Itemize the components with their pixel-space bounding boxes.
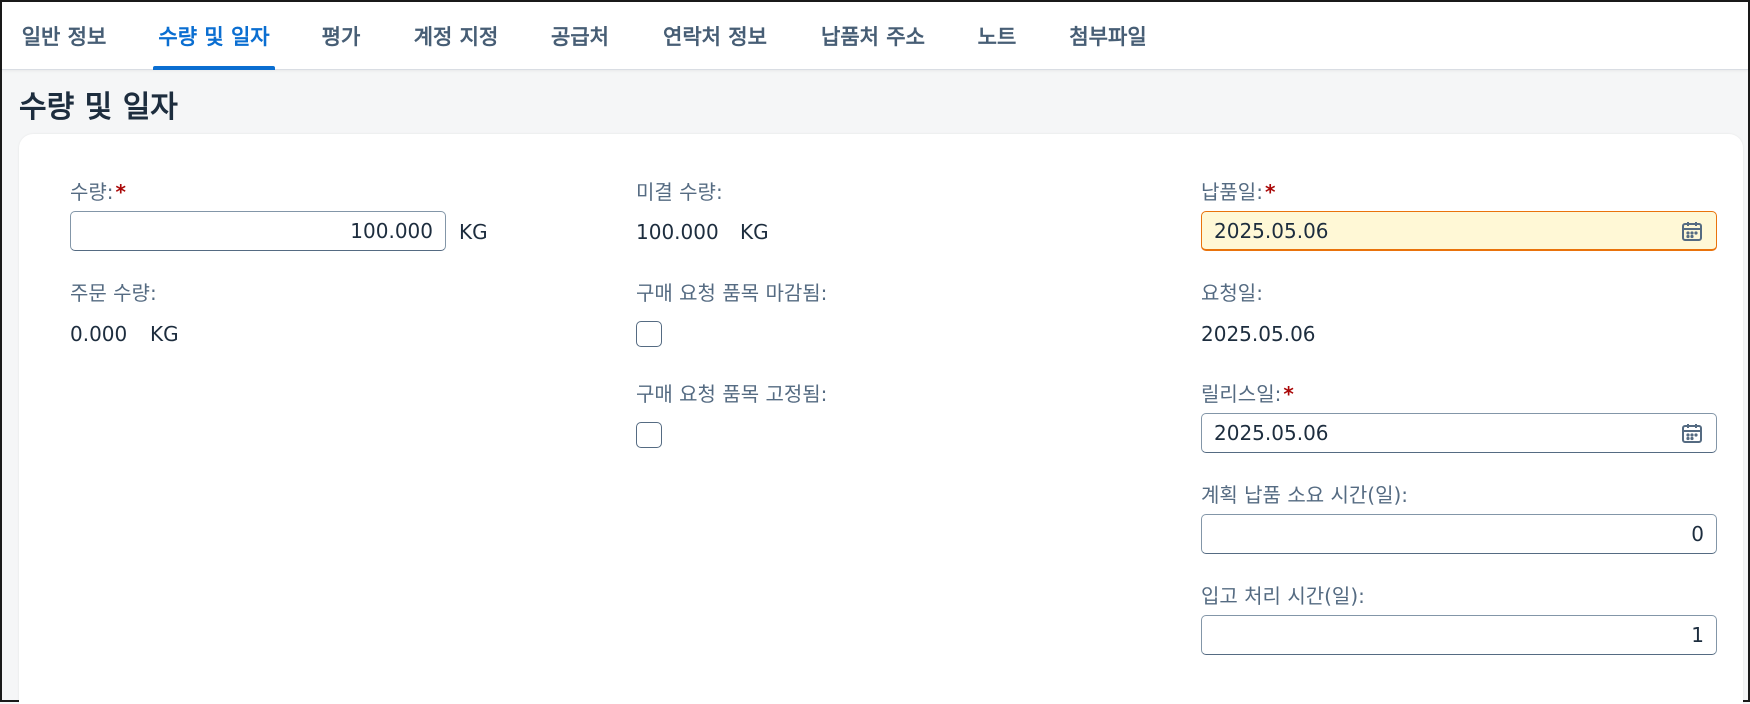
tab-valuation[interactable]: 평가	[320, 2, 362, 70]
tab-general-info[interactable]: 일반 정보	[19, 2, 109, 70]
delivery-date-input[interactable]: 2025.05.06	[1201, 211, 1717, 251]
required-marker: *	[1264, 180, 1276, 204]
request-date-label: 요청일:	[1201, 281, 1263, 305]
open-quantity-label: 미결 수량:	[636, 180, 723, 204]
pr-item-fixed-label: 구매 요청 품목 고정됨:	[636, 382, 828, 406]
ordered-quantity-value: 0.000	[70, 322, 128, 346]
required-marker: *	[1283, 382, 1294, 406]
tab-bar: 일반 정보 수량 및 일자 평가 계정 지정 공급처 연락처 정보 납품처 주소…	[2, 2, 1748, 70]
gr-processing-time-label: 입고 처리 시간(일):	[1201, 584, 1365, 608]
tab-account-assignment[interactable]: 계정 지정	[412, 2, 500, 70]
release-date-label: 릴리스일: *	[1201, 382, 1294, 406]
tab-delivery-address[interactable]: 납품처 주소	[818, 2, 928, 70]
quantity-unit: KG	[459, 220, 488, 244]
delivery-date-label: 납품일: *	[1201, 180, 1276, 204]
calendar-icon[interactable]	[1680, 219, 1704, 243]
tab-attachments[interactable]: 첨부파일	[1067, 2, 1149, 70]
ordered-quantity-label: 주문 수량:	[70, 281, 157, 305]
form-card: 수량: * 100.000 KG 주문 수량: 0.000 KG 미결 수량: 1…	[19, 134, 1743, 704]
pr-item-fixed-checkbox[interactable]	[636, 422, 662, 448]
gr-processing-time-input[interactable]: 1	[1201, 615, 1717, 655]
planned-delivery-time-input[interactable]: 0	[1201, 514, 1717, 554]
ordered-quantity-unit: KG	[150, 322, 179, 346]
required-marker: *	[115, 180, 127, 204]
planned-delivery-time-label: 계획 납품 소요 시간(일):	[1201, 483, 1409, 507]
calendar-icon[interactable]	[1680, 421, 1704, 445]
pr-item-closed-checkbox[interactable]	[636, 321, 662, 347]
tab-notes[interactable]: 노트	[976, 2, 1018, 70]
open-quantity-unit: KG	[740, 220, 769, 244]
quantity-label: 수량: *	[70, 180, 127, 204]
request-date-value: 2025.05.06	[1201, 322, 1316, 346]
release-date-input[interactable]: 2025.05.06	[1201, 413, 1717, 453]
release-date-value: 2025.05.06	[1214, 421, 1329, 445]
pr-item-closed-label: 구매 요청 품목 마감됨:	[636, 281, 828, 305]
tab-contact-info[interactable]: 연락처 정보	[660, 2, 770, 70]
tab-quantity-and-dates[interactable]: 수량 및 일자	[153, 2, 275, 70]
tab-supplier[interactable]: 공급처	[549, 2, 611, 70]
open-quantity-value: 100.000	[636, 220, 719, 244]
section-title: 수량 및 일자	[19, 90, 178, 125]
quantity-input[interactable]: 100.000	[70, 211, 446, 251]
delivery-date-value: 2025.05.06	[1214, 218, 1329, 243]
